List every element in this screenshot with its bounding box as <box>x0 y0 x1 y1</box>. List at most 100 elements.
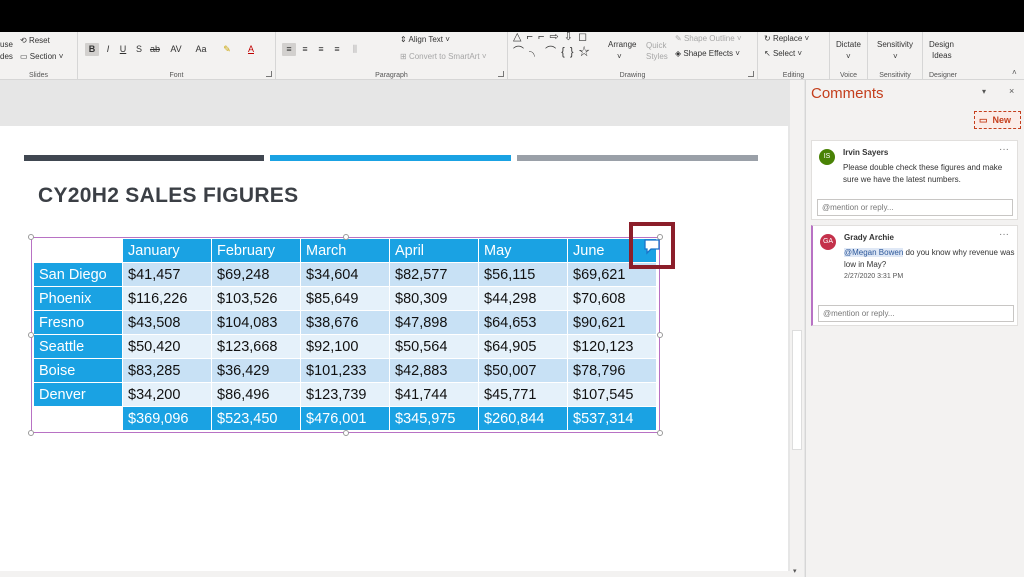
align-left-icon[interactable]: ≡ <box>282 43 296 56</box>
align-text-button[interactable]: ⇕ Align Text ˅ <box>400 35 450 44</box>
font-color-button[interactable]: A <box>244 43 258 56</box>
shape-effects-icon: ◈ <box>675 49 682 58</box>
resize-handle-bl[interactable] <box>28 430 34 436</box>
underline-button[interactable]: U <box>116 43 130 56</box>
new-comment-icon: ▭ <box>979 115 988 125</box>
reset-button[interactable]: ⟲ Reset <box>20 36 50 45</box>
mention-link[interactable]: @Megan Bowen <box>844 248 904 257</box>
resize-handle-mr[interactable] <box>657 332 663 338</box>
arrange-dropdown-icon[interactable]: ˅ <box>617 52 622 61</box>
accent-bar-dark <box>24 155 264 161</box>
comments-pane-title: Comments <box>811 85 884 102</box>
sensitivity-dropdown-icon[interactable]: ˅ <box>893 52 898 61</box>
avatar: GA <box>820 234 836 250</box>
font-dialog-launcher-icon[interactable] <box>266 71 272 77</box>
justify-icon[interactable]: ≡ <box>330 43 344 56</box>
comment-author: Grady Archie <box>844 233 894 242</box>
paragraph-group-label: Paragraph <box>375 72 408 79</box>
editing-group: ↻ Replace ˅ ↖ Select ˅ Editing <box>758 32 830 80</box>
resize-handle-tl[interactable] <box>28 234 34 240</box>
slides-group: use des ⟲ Reset ▭ Section ˅ Slides <box>0 32 78 80</box>
avatar: IS <box>819 149 835 165</box>
resize-handle-bc[interactable] <box>343 430 349 436</box>
bold-button[interactable]: B <box>85 43 99 56</box>
align-right-icon[interactable]: ≡ <box>314 43 328 56</box>
designer-group-label: Designer <box>928 72 957 79</box>
italic-button[interactable]: I <box>101 43 115 56</box>
shape-outline-button[interactable]: ✎ Shape Outline ˅ <box>675 34 742 43</box>
scroll-down-icon[interactable]: ▾ <box>793 567 797 575</box>
sensitivity-group: Sensitivity ˅ Sensitivity <box>868 32 923 80</box>
quick-styles-button[interactable]: Quick Styles <box>646 40 668 62</box>
slide-title[interactable]: CY20H2 SALES FIGURES <box>38 184 298 208</box>
font-group-label: Font <box>169 72 184 79</box>
drawing-dialog-launcher-icon[interactable] <box>748 71 754 77</box>
design-ideas-button[interactable]: Design <box>929 40 954 49</box>
reuse-slides-label-2[interactable]: des <box>0 52 13 61</box>
paragraph-dialog-launcher-icon[interactable] <box>498 71 504 77</box>
align-text-icon: ⇕ <box>400 35 407 44</box>
designer-group: Design Ideas Designer <box>923 32 963 80</box>
horizontal-scrollbar[interactable] <box>0 571 790 577</box>
comment-thread-2[interactable]: GA Grady Archie ··· @Megan Bowen do you … <box>811 225 1018 326</box>
font-group: B I U S ab AV Aa ✎ A Font <box>78 32 276 80</box>
reuse-slides-label[interactable]: use <box>0 40 13 49</box>
shape-effects-button[interactable]: ◈ Shape Effects ˅ <box>675 49 740 58</box>
editing-group-label: Editing <box>782 72 805 79</box>
resize-handle-tc[interactable] <box>343 234 349 240</box>
select-button[interactable]: ↖ Select ˅ <box>764 49 802 58</box>
strikethrough-button[interactable]: ab <box>148 43 162 56</box>
arrange-button[interactable]: Arrange <box>608 40 636 49</box>
reply-input[interactable]: @mention or reply... <box>817 199 1013 216</box>
select-cursor-icon: ↖ <box>764 49 771 58</box>
resize-handle-ml[interactable] <box>28 332 34 338</box>
reset-icon: ⟲ <box>20 36 27 45</box>
shadow-button[interactable]: S <box>132 43 146 56</box>
voice-group-label: Voice <box>839 72 858 79</box>
replace-icon: ↻ <box>764 34 771 43</box>
table-selection-frame[interactable] <box>31 237 660 433</box>
pane-options-icon[interactable]: ▾ <box>982 87 986 96</box>
comment-thread-1[interactable]: IS Irvin Sayers ··· Please double check … <box>811 140 1018 220</box>
convert-smartart-button[interactable]: ⊞ Convert to SmartArt ˅ <box>400 52 487 61</box>
smartart-icon: ⊞ <box>400 52 407 61</box>
more-options-icon[interactable]: ··· <box>999 229 1009 240</box>
highlight-icon[interactable]: ✎ <box>220 43 234 56</box>
accent-bar-gray <box>517 155 758 161</box>
voice-group: Dictate ˅ Voice <box>830 32 868 80</box>
resize-handle-br[interactable] <box>657 430 663 436</box>
shapes-gallery-row2-icon[interactable]: ⌒ ╮ ⌒ { } ☆ <box>513 43 591 59</box>
char-spacing-button[interactable]: AV <box>166 43 186 56</box>
more-options-icon[interactable]: ··· <box>999 144 1009 155</box>
paragraph-group: ≡ ≡ ≡ ≡ ⫼ ⇕ Align Text ˅ ⊞ Convert to Sm… <box>276 32 508 80</box>
vertical-scrollbar[interactable]: ▾ <box>790 80 804 577</box>
align-center-icon[interactable]: ≡ <box>298 43 312 56</box>
comment-text: @Megan Bowen do you know why revenue was… <box>844 248 1015 269</box>
new-comment-button[interactable]: ▭ New <box>974 111 1021 129</box>
slides-group-label: Slides <box>28 72 49 79</box>
dictate-button[interactable]: Dictate <box>836 40 861 49</box>
comment-timestamp: 2/27/2020 3:31 PM <box>844 273 904 280</box>
reply-input[interactable]: @mention or reply... <box>818 305 1014 322</box>
columns-icon[interactable]: ⫼ <box>348 43 362 56</box>
sensitivity-group-label: Sensitivity <box>879 72 911 79</box>
section-button[interactable]: ▭ Section ˅ <box>20 52 63 61</box>
collapse-ribbon-icon[interactable]: ˄ <box>1012 68 1017 77</box>
replace-button[interactable]: ↻ Replace ˅ <box>764 34 809 43</box>
comment-highlight-box <box>629 222 675 269</box>
shapes-gallery-icon[interactable]: △ ⌐ ⌐ ⇨ ⇩ ◻ <box>513 30 588 43</box>
shape-outline-icon: ✎ <box>675 34 682 43</box>
sensitivity-button[interactable]: Sensitivity <box>877 40 913 49</box>
close-pane-icon[interactable]: × <box>1009 86 1014 96</box>
comment-marker-icon[interactable] <box>633 226 671 265</box>
change-case-button[interactable]: Aa <box>192 43 210 56</box>
drawing-group: △ ⌐ ⌐ ⇨ ⇩ ◻ ⌒ ╮ ⌒ { } ☆ Arrange ˅ Quick … <box>508 30 758 80</box>
comments-pane: Comments ▾ × ▭ New IS Irvin Sayers ··· P… <box>805 80 1024 577</box>
ribbon: use des ⟲ Reset ▭ Section ˅ Slides B I U… <box>0 30 1024 80</box>
drawing-group-label: Drawing <box>619 72 646 79</box>
scrollbar-thumb[interactable] <box>792 330 802 450</box>
dictate-dropdown-icon[interactable]: ˅ <box>846 52 851 61</box>
design-ideas-button-line2[interactable]: Ideas <box>932 51 952 60</box>
comment-text: Please double check these figures and ma… <box>843 163 1003 184</box>
accent-bar-blue <box>270 155 511 161</box>
